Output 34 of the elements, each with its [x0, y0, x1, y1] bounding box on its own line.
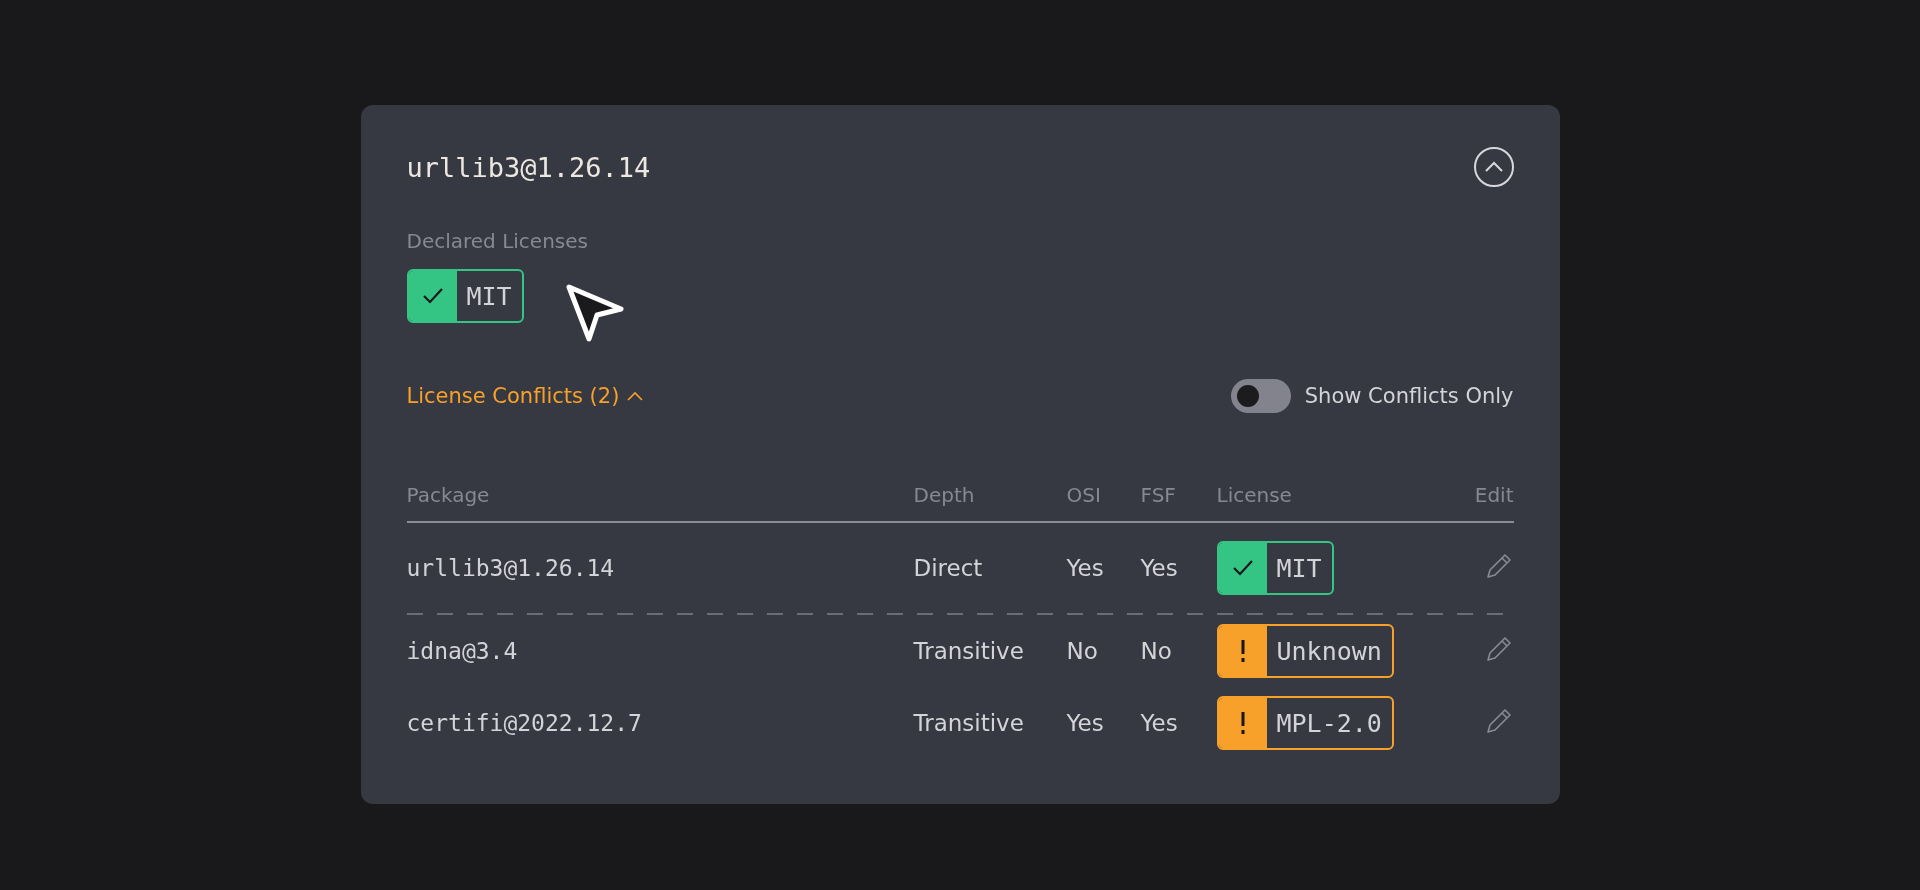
- license-tag: MIT: [1216, 541, 1334, 595]
- exclamation-icon: [1239, 712, 1246, 734]
- license-tag: MIT: [406, 269, 524, 323]
- toggle-switch[interactable]: [1230, 379, 1291, 413]
- license-tag: Unknown: [1216, 624, 1394, 678]
- package-name: idna@3.4: [406, 638, 518, 664]
- osi-cell: Yes: [1066, 555, 1104, 581]
- package-name: urllib3@1.26.14: [406, 555, 615, 581]
- fsf-cell: Yes: [1140, 710, 1178, 736]
- column-header: Depth: [913, 483, 1067, 522]
- section-label: Declared Licenses: [406, 229, 589, 253]
- check-icon: [421, 287, 444, 305]
- column-header: Package: [406, 483, 914, 522]
- exclamation-icon: [1239, 640, 1246, 662]
- conflicts-toggle[interactable]: License Conflicts (2): [406, 384, 644, 408]
- osi-cell: No: [1066, 638, 1098, 664]
- package-title: urllib3@1.26.14: [406, 151, 651, 183]
- osi-cell: Yes: [1066, 710, 1104, 736]
- column-header: Edit: [1433, 483, 1514, 522]
- fsf-cell: Yes: [1140, 555, 1178, 581]
- chevron-up-icon: [1483, 161, 1504, 173]
- check-icon: [1231, 559, 1254, 577]
- license-tag: MPL-2.0: [1216, 696, 1394, 750]
- caret-icon: [627, 391, 644, 401]
- column-header: License: [1216, 483, 1434, 522]
- column-header: FSF: [1140, 483, 1217, 522]
- depth-cell: Direct: [913, 555, 983, 581]
- depth-cell: Transitive: [913, 710, 1024, 736]
- column-header: OSI: [1066, 483, 1141, 522]
- collapse-button[interactable]: [1473, 147, 1514, 187]
- fsf-cell: No: [1140, 638, 1172, 664]
- toggle-label: Show Conflicts Only: [1304, 384, 1514, 408]
- depth-cell: Transitive: [913, 638, 1024, 664]
- package-name: certifi@2022.12.7: [406, 710, 642, 736]
